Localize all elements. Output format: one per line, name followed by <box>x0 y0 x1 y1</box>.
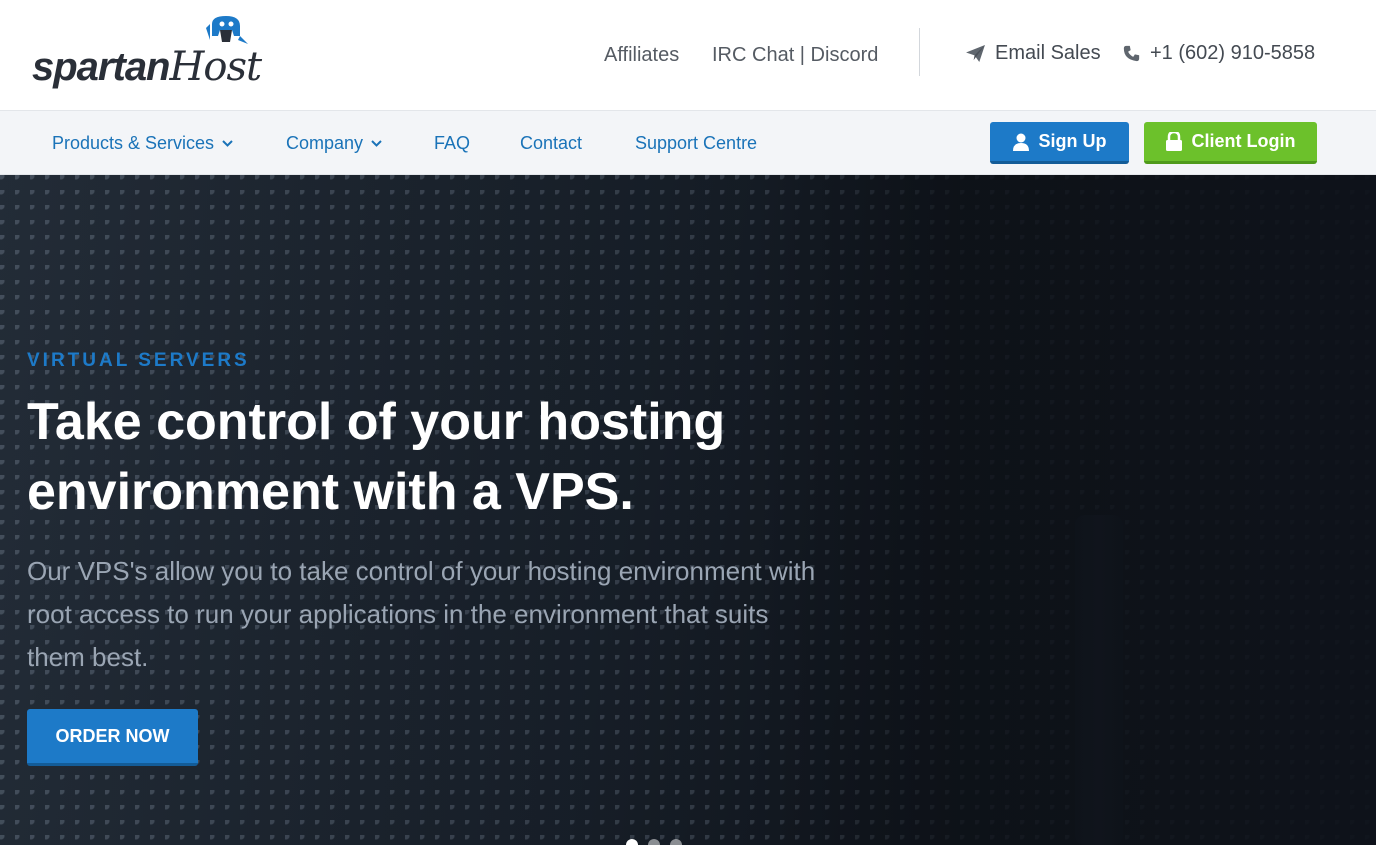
paper-plane-icon <box>966 45 985 62</box>
hero-kicker: VIRTUAL SERVERS <box>27 350 250 371</box>
sign-up-button[interactable]: Sign Up <box>990 122 1129 164</box>
nav-company-label[interactable]: Company <box>286 133 363 154</box>
header-divider <box>919 28 920 76</box>
logo-wordmark: spartanHost <box>32 44 263 90</box>
nav-products-services-label[interactable]: Products & Services <box>52 133 214 154</box>
nav-contact[interactable]: Contact <box>520 133 582 154</box>
affiliates-link[interactable]: Affiliates <box>604 42 679 68</box>
email-sales-label[interactable]: Email Sales <box>995 42 1101 65</box>
phone-number[interactable]: +1 (602) 910-5858 <box>1150 42 1315 65</box>
nav-products-services[interactable]: Products & Services <box>52 133 233 154</box>
carousel-dot[interactable] <box>670 839 682 845</box>
order-now-button[interactable]: ORDER NOW <box>27 709 198 766</box>
carousel-dot[interactable] <box>648 839 660 845</box>
irc-chat-link-label[interactable]: IRC Chat | Discord <box>712 44 878 67</box>
nav-contact-label[interactable]: Contact <box>520 133 582 154</box>
chevron-down-icon <box>222 140 233 147</box>
hero-headline: Take control of your hosting environment… <box>27 393 726 521</box>
sign-up-label[interactable]: Sign Up <box>1039 131 1107 152</box>
phone-link[interactable]: +1 (602) 910-5858 <box>1123 42 1315 65</box>
phone-icon <box>1123 45 1140 62</box>
nav-support-centre[interactable]: Support Centre <box>635 133 757 154</box>
client-login-label[interactable]: Client Login <box>1192 131 1296 152</box>
logo-word-spartan: spartan <box>32 45 170 89</box>
nav-support-centre-label[interactable]: Support Centre <box>635 133 757 154</box>
spartanhost-logo[interactable]: spartanHost <box>32 14 297 94</box>
lock-icon <box>1165 132 1182 151</box>
nav-faq-label[interactable]: FAQ <box>434 133 470 154</box>
carousel-dot[interactable] <box>626 839 638 845</box>
nav-company[interactable]: Company <box>286 133 382 154</box>
affiliates-link-label[interactable]: Affiliates <box>604 44 679 67</box>
chevron-down-icon <box>371 140 382 147</box>
top-header: spartanHost Affiliates IRC Chat | Discor… <box>0 0 1376 111</box>
hero-description: Our VPS's allow you to take control of y… <box>27 556 816 672</box>
main-nav: Products & Services Company FAQ Contact … <box>0 111 1376 175</box>
client-login-button[interactable]: Client Login <box>1144 122 1317 164</box>
order-now-label[interactable]: ORDER NOW <box>56 726 170 747</box>
logo-word-host: Host <box>169 44 263 90</box>
email-sales-link[interactable]: Email Sales <box>966 42 1101 65</box>
nav-faq[interactable]: FAQ <box>434 133 470 154</box>
user-icon <box>1012 133 1029 151</box>
irc-chat-link[interactable]: IRC Chat | Discord <box>712 42 878 68</box>
carousel-indicators <box>626 839 682 845</box>
hero-banner: VIRTUAL SERVERS Take control of your hos… <box>0 175 1376 845</box>
